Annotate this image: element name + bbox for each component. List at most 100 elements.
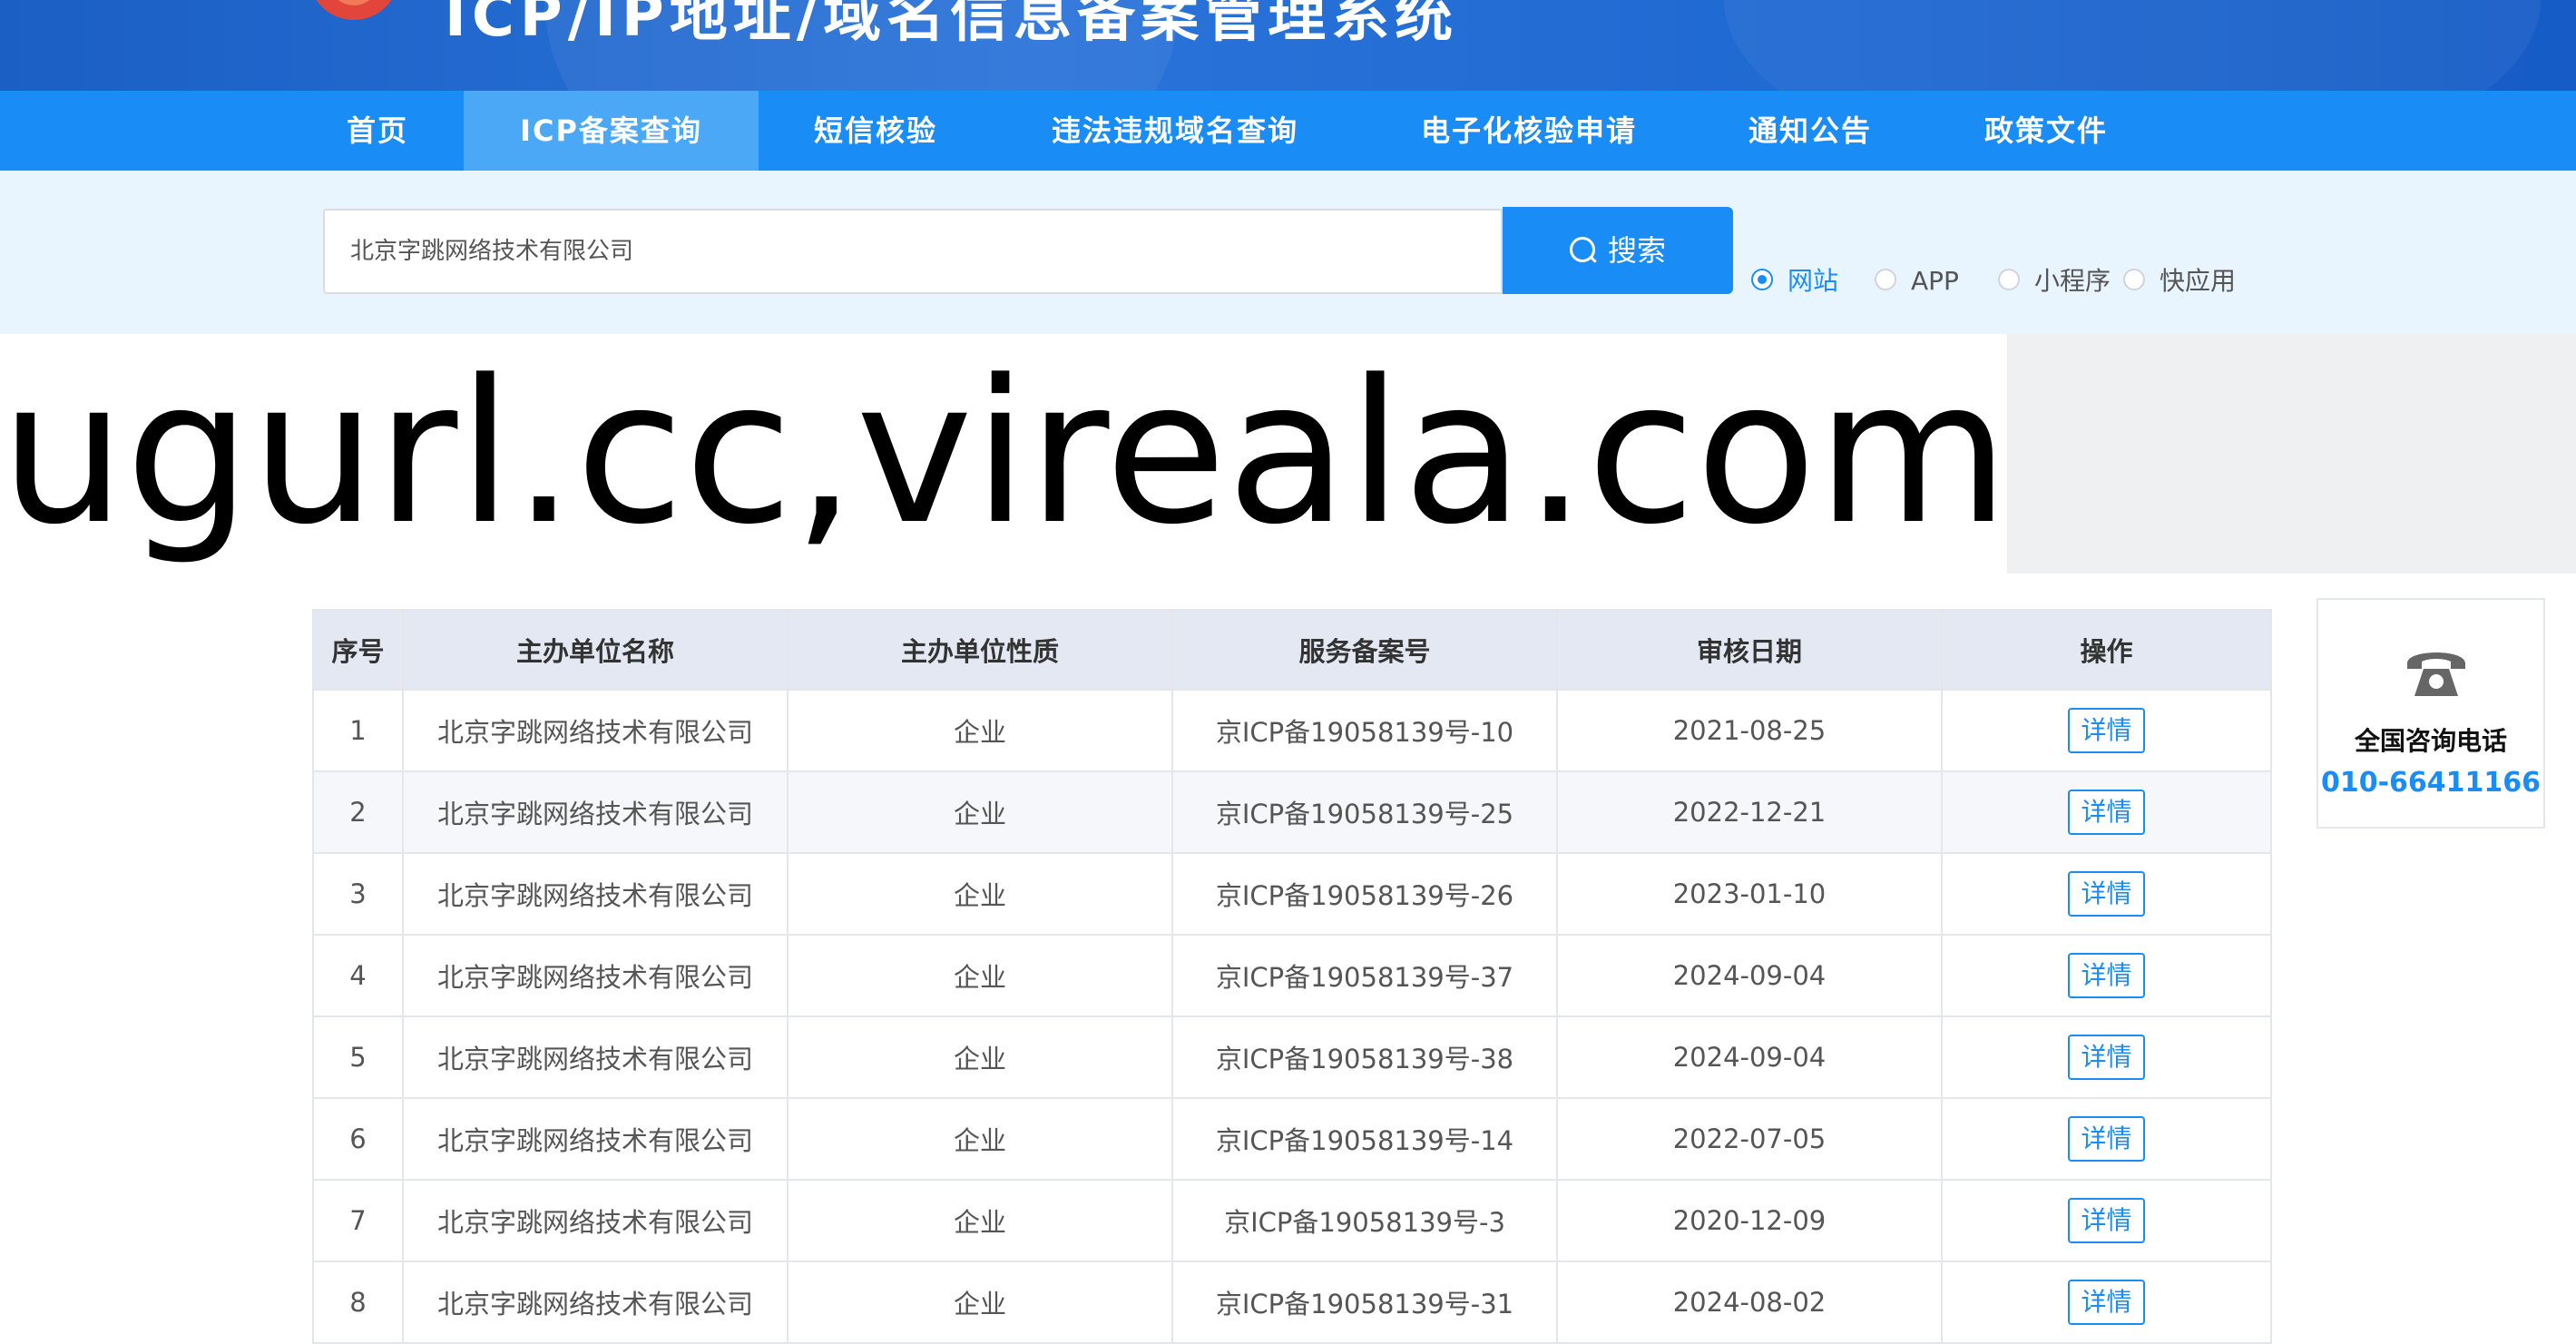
cell-org-name: 北京字跳网络技术有限公司 — [402, 1179, 788, 1262]
cell-license: 京ICP备19058139号-3 — [1171, 1179, 1558, 1262]
nav-item-electronic-verify[interactable]: 电子化核验申请 — [1388, 91, 1670, 171]
table-row: 4 北京字跳网络技术有限公司 企业 京ICP备19058139号-37 2024… — [312, 934, 2272, 1017]
col-header-index: 序号 — [312, 609, 404, 691]
consult-label: 全国咨询电话 — [2354, 726, 2507, 756]
cell-org-type: 企业 — [787, 934, 1173, 1017]
cell-org-type: 企业 — [787, 1097, 1173, 1181]
cell-date: 2023-01-10 — [1556, 852, 1943, 936]
cell-license: 京ICP备19058139号-37 — [1171, 934, 1558, 1017]
cell-license: 京ICP备19058139号-31 — [1171, 1261, 1558, 1344]
cell-index: 1 — [312, 689, 404, 772]
cell-date: 2024-09-04 — [1556, 934, 1943, 1017]
detail-button[interactable]: 详情 — [2068, 1035, 2145, 1080]
detail-button[interactable]: 详情 — [2068, 790, 2145, 835]
cell-org-name: 北京字跳网络技术有限公司 — [402, 852, 788, 936]
cell-org-name: 北京字跳网络技术有限公司 — [402, 1097, 788, 1181]
col-header-action: 操作 — [1941, 609, 2272, 691]
main-nav: 首页 ICP备案查询 短信核验 违法违规域名查询 电子化核验申请 通知公告 政策… — [0, 91, 2576, 171]
detail-button[interactable]: 详情 — [2068, 871, 2145, 917]
cell-date: 2021-08-25 — [1556, 689, 1943, 772]
cell-org-type: 企业 — [787, 689, 1173, 772]
cell-org-name: 北京字跳网络技术有限公司 — [402, 770, 788, 854]
banner-decoration — [1724, 0, 2541, 91]
cell-org-name: 北京字跳网络技术有限公司 — [402, 934, 788, 1017]
radio-label: 快应用 — [2160, 266, 2237, 296]
cell-date: 2024-09-04 — [1556, 1015, 1943, 1099]
cell-org-name: 北京字跳网络技术有限公司 — [402, 689, 788, 772]
phone-icon — [2407, 652, 2465, 696]
results-table: 序号 主办单位名称 主办单位性质 服务备案号 审核日期 操作 1 北京字跳网络技… — [312, 609, 2272, 1344]
cell-action: 详情 — [1941, 689, 2272, 772]
search-button[interactable]: 搜索 — [1503, 207, 1733, 294]
radio-quick-app[interactable]: 快应用 — [2123, 263, 2236, 299]
cell-index: 2 — [312, 770, 404, 854]
cell-index: 7 — [312, 1179, 404, 1262]
nav-item-policy[interactable]: 政策文件 — [1969, 91, 2123, 171]
table-row: 6 北京字跳网络技术有限公司 企业 京ICP备19058139号-14 2022… — [312, 1097, 2272, 1181]
cell-org-type: 企业 — [787, 852, 1173, 936]
detail-button[interactable]: 详情 — [2068, 1116, 2145, 1162]
radio-website[interactable]: 网站 — [1751, 263, 1838, 299]
search-input[interactable]: 北京字跳网络技术有限公司 — [323, 209, 1503, 294]
cell-org-type: 企业 — [787, 1015, 1173, 1099]
cell-org-type: 企业 — [787, 770, 1173, 854]
cell-action: 详情 — [1941, 1179, 2272, 1262]
radio-mini-program[interactable]: 小程序 — [1998, 263, 2111, 299]
consult-phone-number[interactable]: 010-66411166 — [2318, 767, 2543, 799]
detail-button[interactable]: 详情 — [2068, 1280, 2145, 1325]
col-header-date: 审核日期 — [1556, 609, 1943, 691]
overlay-gray-panel — [2007, 334, 2576, 574]
site-logo-icon — [309, 0, 399, 20]
cell-license: 京ICP备19058139号-38 — [1171, 1015, 1558, 1099]
table-header-row: 序号 主办单位名称 主办单位性质 服务备案号 审核日期 操作 — [312, 609, 2272, 691]
cell-index: 4 — [312, 934, 404, 1017]
cell-license: 京ICP备19058139号-26 — [1171, 852, 1558, 936]
cell-date: 2020-12-09 — [1556, 1179, 1943, 1262]
cell-license: 京ICP备19058139号-14 — [1171, 1097, 1558, 1181]
nav-item-notices[interactable]: 通知公告 — [1733, 91, 1887, 171]
table-row: 2 北京字跳网络技术有限公司 企业 京ICP备19058139号-25 2022… — [312, 770, 2272, 854]
cell-org-name: 北京字跳网络技术有限公司 — [402, 1015, 788, 1099]
cell-action: 详情 — [1941, 1015, 2272, 1099]
search-icon — [1569, 237, 1595, 262]
table-row: 8 北京字跳网络技术有限公司 企业 京ICP备19058139号-31 2024… — [312, 1261, 2272, 1344]
cell-index: 3 — [312, 852, 404, 936]
radio-dot-icon — [2123, 269, 2145, 290]
site-title: ICP/IP地址/域名信息备案管理系统 — [445, 0, 1459, 50]
cell-org-name: 北京字跳网络技术有限公司 — [402, 1261, 788, 1344]
radio-label: 小程序 — [2034, 266, 2111, 296]
table-row: 1 北京字跳网络技术有限公司 企业 京ICP备19058139号-10 2021… — [312, 689, 2272, 772]
radio-dot-icon — [1998, 269, 2020, 290]
cell-license: 京ICP备19058139号-10 — [1171, 689, 1558, 772]
detail-button[interactable]: 详情 — [2068, 953, 2145, 998]
cell-index: 8 — [312, 1261, 404, 1344]
detail-button[interactable]: 详情 — [2068, 1198, 2145, 1243]
search-button-label: 搜索 — [1607, 233, 1666, 268]
cell-date: 2022-07-05 — [1556, 1097, 1943, 1181]
col-header-org-type: 主办单位性质 — [787, 609, 1173, 691]
cell-org-type: 企业 — [787, 1261, 1173, 1344]
consult-phone-box: 全国咨询电话 010-66411166 — [2316, 598, 2545, 829]
cell-action: 详情 — [1941, 1261, 2272, 1344]
overlay-domain-text: ugurl.cc,vireala.com,vire — [0, 334, 2007, 574]
cell-date: 2022-12-21 — [1556, 770, 1943, 854]
radio-label: 网站 — [1788, 266, 1839, 296]
radio-app[interactable]: APP — [1875, 263, 1959, 299]
cell-action: 详情 — [1941, 1097, 2272, 1181]
nav-item-illegal-domain[interactable]: 违法违规域名查询 — [1025, 91, 1325, 171]
col-header-org-name: 主办单位名称 — [402, 609, 788, 691]
cell-license: 京ICP备19058139号-25 — [1171, 770, 1558, 854]
radio-label: APP — [1911, 266, 1959, 296]
table-row: 3 北京字跳网络技术有限公司 企业 京ICP备19058139号-26 2023… — [312, 852, 2272, 936]
cell-index: 5 — [312, 1015, 404, 1099]
cell-action: 详情 — [1941, 852, 2272, 936]
cell-action: 详情 — [1941, 770, 2272, 854]
table-row: 5 北京字跳网络技术有限公司 企业 京ICP备19058139号-38 2024… — [312, 1015, 2272, 1099]
nav-item-home[interactable]: 首页 — [323, 91, 432, 171]
detail-button[interactable]: 详情 — [2068, 708, 2145, 753]
col-header-license: 服务备案号 — [1171, 609, 1558, 691]
table-row: 7 北京字跳网络技术有限公司 企业 京ICP备19058139号-3 2020-… — [312, 1179, 2272, 1262]
cell-org-type: 企业 — [787, 1179, 1173, 1262]
nav-item-icp-query[interactable]: ICP备案查询 — [464, 91, 759, 171]
nav-item-sms-verify[interactable]: 短信核验 — [789, 91, 962, 171]
